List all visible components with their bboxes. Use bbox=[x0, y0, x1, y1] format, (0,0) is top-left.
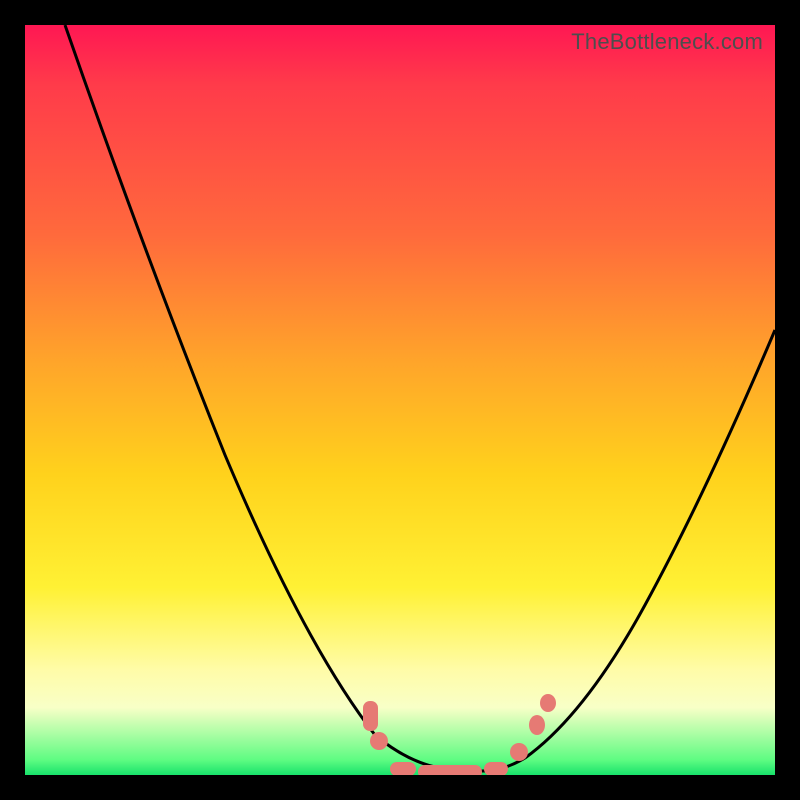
marker-right-dot-3 bbox=[540, 694, 556, 712]
marker-right-dot-2 bbox=[529, 715, 545, 735]
curve-trough bbox=[435, 758, 525, 771]
curve-right bbox=[525, 330, 775, 758]
chart-frame: TheBottleneck.com bbox=[0, 0, 800, 800]
plot-area: TheBottleneck.com bbox=[25, 25, 775, 775]
marker-left-dot bbox=[370, 732, 388, 750]
attribution-watermark: TheBottleneck.com bbox=[571, 29, 763, 55]
curve-left bbox=[65, 25, 435, 767]
curve-svg bbox=[25, 25, 775, 775]
marker-trough-2 bbox=[418, 765, 482, 775]
marker-trough-3 bbox=[484, 762, 508, 775]
marker-trough-1 bbox=[390, 762, 416, 775]
marker-left-tall bbox=[363, 701, 378, 731]
marker-right-dot-1 bbox=[510, 743, 528, 761]
